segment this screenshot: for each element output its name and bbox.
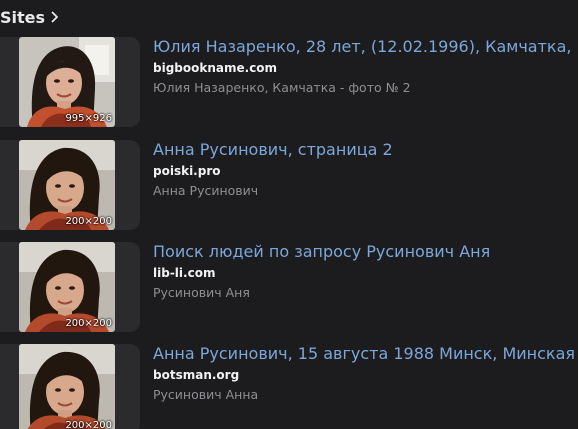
image-size-badge: 200×200 — [65, 318, 112, 329]
thumbnail-image[interactable]: 200×200 — [19, 344, 115, 429]
sites-section-header[interactable]: Sites — [0, 6, 60, 28]
result-host-link[interactable]: botsman.org — [153, 368, 239, 382]
thumbnail-card: 200×200 — [0, 344, 140, 429]
result-title-link[interactable]: Анна Русинович, страница 2 — [153, 140, 393, 160]
result-host-link[interactable]: bigbookname.com — [153, 61, 277, 75]
result-title-link[interactable]: Анна Русинович, 15 августа 1988 Минск, М… — [153, 344, 578, 364]
result-host-link[interactable]: poiski.pro — [153, 164, 221, 178]
site-result: 200×200 Поиск людей по запросу Русинович… — [0, 242, 578, 334]
image-size-badge: 200×200 — [65, 216, 112, 227]
site-result: 200×200 Анна Русинович, 15 августа 1988 … — [0, 344, 578, 429]
image-search-sites-panel: Sites 995×926 Юлия Назаренко, 28 лет, (1… — [0, 0, 578, 429]
thumbnail-card: 200×200 — [0, 140, 140, 230]
thumbnail-image[interactable]: 200×200 — [19, 242, 115, 332]
thumbnail-image[interactable]: 200×200 — [19, 140, 115, 230]
site-result: 995×926 Юлия Назаренко, 28 лет, (12.02.1… — [0, 37, 578, 129]
chevron-right-icon — [51, 11, 59, 23]
sites-section-label: Sites — [0, 7, 46, 27]
site-result: 200×200 Анна Русинович, страница 2 poisk… — [0, 140, 578, 232]
result-title-link[interactable]: Поиск людей по запросу Русинович Аня — [153, 242, 490, 262]
image-size-badge: 200×200 — [65, 420, 112, 429]
result-host-link[interactable]: lib-li.com — [153, 266, 215, 280]
result-snippet: Юлия Назаренко, Камчатка - фото № 2 — [153, 80, 411, 95]
thumbnail-image[interactable]: 995×926 — [19, 37, 115, 127]
result-snippet: Русинович Анна — [153, 387, 259, 402]
result-snippet: Русинович Аня — [153, 285, 250, 300]
result-snippet: Анна Русинович — [153, 183, 259, 198]
thumbnail-card: 995×926 — [0, 37, 140, 127]
thumbnail-card: 200×200 — [0, 242, 140, 332]
result-title-link[interactable]: Юлия Назаренко, 28 лет, (12.02.1996), Ка… — [153, 37, 578, 57]
image-size-badge: 995×926 — [65, 113, 112, 124]
portrait-photo — [19, 344, 115, 429]
